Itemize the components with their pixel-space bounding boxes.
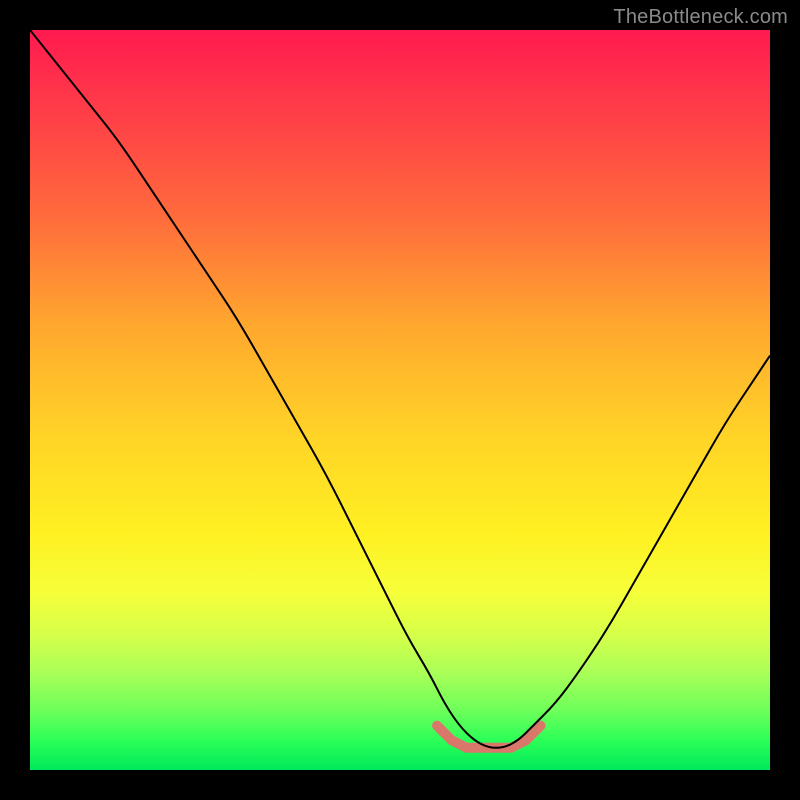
bottleneck-curve-line <box>30 30 770 748</box>
valley-highlight-line <box>437 726 541 748</box>
chart-frame: TheBottleneck.com <box>0 0 800 800</box>
series-group <box>30 30 770 748</box>
watermark-text: TheBottleneck.com <box>613 6 788 29</box>
chart-svg <box>30 30 770 770</box>
